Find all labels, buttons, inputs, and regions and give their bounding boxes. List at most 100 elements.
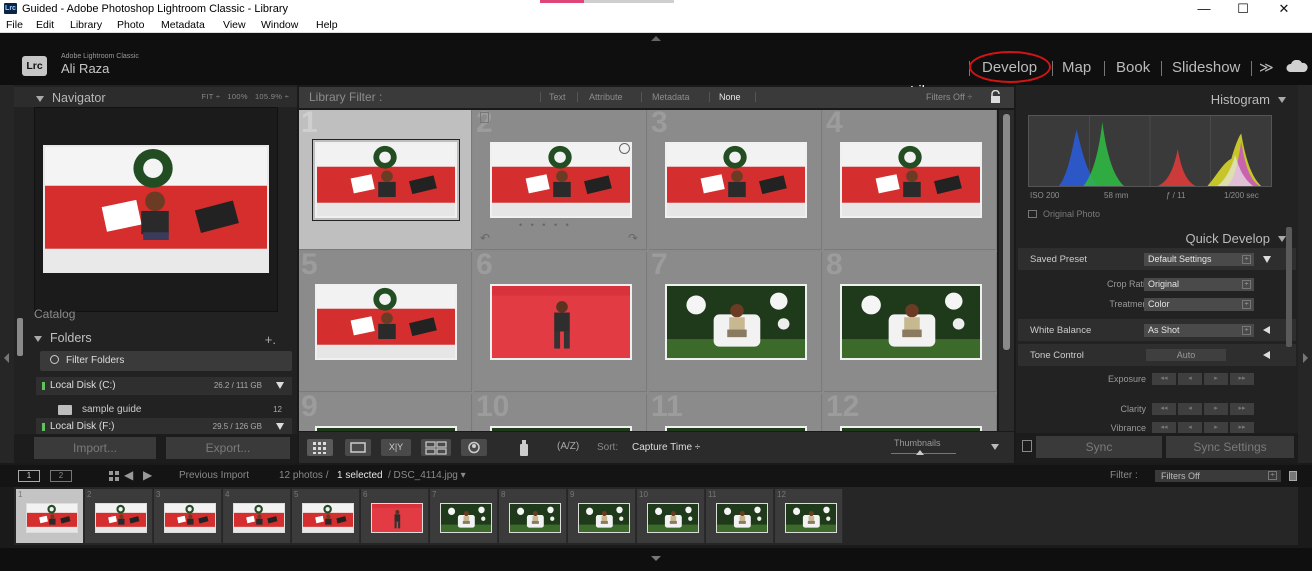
collapse-folders-icon[interactable]: [34, 335, 42, 342]
filmstrip-cell[interactable]: 2: [85, 489, 153, 543]
grid-cell[interactable]: 2 • • • • • ↶ ↷: [474, 110, 647, 250]
zoom-fit[interactable]: FIT ÷: [201, 92, 220, 101]
close-button[interactable]: ✕: [1266, 0, 1302, 18]
module-book[interactable]: Book: [1116, 59, 1150, 76]
exposure-decrease-large[interactable]: ◂◂: [1152, 373, 1176, 385]
filmstrip-cell[interactable]: 5: [292, 489, 360, 543]
zoom-100[interactable]: 100%: [227, 92, 247, 101]
filmstrip-cell[interactable]: 12: [775, 489, 843, 543]
photo-thumbnail[interactable]: [665, 142, 807, 218]
photo-thumbnail[interactable]: [490, 426, 632, 431]
grid-cell[interactable]: 5: [299, 248, 472, 392]
auto-tone-button[interactable]: Auto: [1146, 349, 1226, 361]
volume-menu-icon[interactable]: [276, 382, 284, 389]
zoom-custom[interactable]: 105.9% ÷: [255, 92, 289, 101]
photo-thumbnail[interactable]: [315, 284, 457, 360]
photo-thumbnail[interactable]: [665, 426, 807, 431]
collapse-right-panel-icon[interactable]: [1303, 353, 1308, 363]
sync-settings-button[interactable]: Sync Settings: [1166, 436, 1294, 458]
white-balance-dropdown[interactable]: As Shot ÷: [1144, 324, 1254, 337]
photo-thumbnail[interactable]: [840, 284, 982, 360]
back-arrow-icon[interactable]: ◀: [124, 468, 133, 482]
photo-thumbnail[interactable]: [315, 426, 457, 431]
filmstrip-thumbnail[interactable]: [233, 503, 285, 533]
export-button[interactable]: Export...: [166, 437, 290, 459]
expand-preset-icon[interactable]: [1263, 256, 1271, 263]
grid-cell[interactable]: 4: [824, 110, 997, 250]
grid-cell[interactable]: 9: [299, 390, 472, 431]
treatment-dropdown[interactable]: Color ÷: [1144, 298, 1254, 311]
grid-cell[interactable]: 11: [649, 390, 822, 431]
current-file[interactable]: / DSC_4114.jpg ▾: [388, 470, 466, 481]
catalog-header-peek[interactable]: Catalog: [34, 307, 75, 321]
filmstrip-thumbnail[interactable]: [509, 503, 561, 533]
filter-text[interactable]: Text: [549, 92, 566, 102]
sync-button[interactable]: Sync: [1036, 436, 1162, 458]
filmstrip-thumbnail[interactable]: [95, 503, 147, 533]
filmstrip-thumbnail[interactable]: [785, 503, 837, 533]
filmstrip-cell[interactable]: 3: [154, 489, 222, 543]
expand-tone-control-icon[interactable]: [1263, 351, 1270, 359]
sort-direction-icon[interactable]: (A/Z): [557, 441, 579, 452]
vibrance-decrease[interactable]: ◂: [1178, 422, 1202, 433]
filmstrip-thumbnail[interactable]: [578, 503, 630, 533]
filmstrip-thumbnail[interactable]: [26, 503, 78, 533]
vibrance-increase-large[interactable]: ▸▸: [1230, 422, 1254, 433]
spray-can-icon[interactable]: [517, 438, 531, 457]
photo-thumbnail[interactable]: [490, 142, 632, 218]
clarity-decrease[interactable]: ◂: [1178, 403, 1202, 415]
star-rating[interactable]: • • • • •: [519, 220, 572, 230]
module-slideshow[interactable]: Slideshow: [1172, 59, 1240, 76]
grid-scrollbar[interactable]: [999, 110, 1014, 431]
thumbnail-size-knob[interactable]: [916, 450, 925, 455]
folder-row[interactable]: sample guide 12: [36, 402, 292, 418]
quick-collection-icon[interactable]: [619, 143, 630, 154]
filmstrip-thumbnail[interactable]: [716, 503, 768, 533]
saved-preset-dropdown[interactable]: Default Settings ÷: [1144, 253, 1254, 266]
photo-thumbnail[interactable]: [840, 426, 982, 431]
grid-cell[interactable]: 3: [649, 110, 822, 250]
lock-icon[interactable]: [990, 90, 1001, 103]
vibrance-increase[interactable]: ▸: [1204, 422, 1228, 433]
grid-shortcut-icon[interactable]: [109, 471, 119, 481]
loupe-view-button[interactable]: [345, 439, 371, 456]
grid-cell[interactable]: 12: [824, 390, 997, 431]
vibrance-decrease-large[interactable]: ◂◂: [1152, 422, 1176, 433]
import-button[interactable]: Import...: [34, 437, 156, 459]
more-modules-icon[interactable]: ≫: [1259, 59, 1274, 76]
grid-cell[interactable]: 6: [474, 248, 647, 392]
original-photo-toggle[interactable]: Original Photo: [1028, 209, 1100, 219]
secondary-screen-button[interactable]: 2: [50, 470, 72, 482]
filmstrip-cell[interactable]: 1: [16, 489, 84, 543]
collapse-quick-develop-icon[interactable]: [1278, 236, 1286, 242]
volume-menu-icon[interactable]: [276, 423, 284, 430]
filmstrip-cell[interactable]: 11: [706, 489, 774, 543]
grid-view-button[interactable]: [307, 439, 333, 456]
exposure-increase-large[interactable]: ▸▸: [1230, 373, 1254, 385]
maximize-button[interactable]: ☐: [1225, 0, 1261, 18]
filmstrip-thumbnail[interactable]: [164, 503, 216, 533]
right-panel-toggle-strip[interactable]: [1298, 85, 1312, 463]
add-folder-icon[interactable]: +.: [265, 332, 276, 347]
left-panel-scrollbar[interactable]: [17, 318, 23, 356]
grid-cell[interactable]: 1: [299, 110, 472, 250]
cloud-sync-icon[interactable]: [1286, 60, 1308, 72]
exposure-decrease[interactable]: ◂: [1178, 373, 1202, 385]
filmstrip-cell[interactable]: 10: [637, 489, 705, 543]
photo-thumbnail[interactable]: [490, 284, 632, 360]
filmstrip-cell[interactable]: 4: [223, 489, 291, 543]
collapse-navigator-icon[interactable]: [36, 95, 44, 102]
main-screen-button[interactable]: 1: [18, 470, 40, 482]
photo-thumbnail[interactable]: [665, 284, 807, 360]
clarity-increase-large[interactable]: ▸▸: [1230, 403, 1254, 415]
filmstrip-filter-dropdown[interactable]: Filters Off ÷: [1155, 470, 1281, 482]
filter-lock-icon[interactable]: [1289, 471, 1297, 481]
source-label[interactable]: Previous Import: [179, 470, 249, 481]
expand-white-balance-icon[interactable]: [1263, 326, 1270, 334]
filter-metadata[interactable]: Metadata: [652, 92, 690, 102]
filmstrip-thumbnail[interactable]: [371, 503, 423, 533]
collapse-left-panel-icon[interactable]: [4, 353, 9, 363]
filter-attribute[interactable]: Attribute: [589, 92, 623, 102]
exposure-increase[interactable]: ▸: [1204, 373, 1228, 385]
photo-thumbnail[interactable]: [312, 139, 460, 221]
